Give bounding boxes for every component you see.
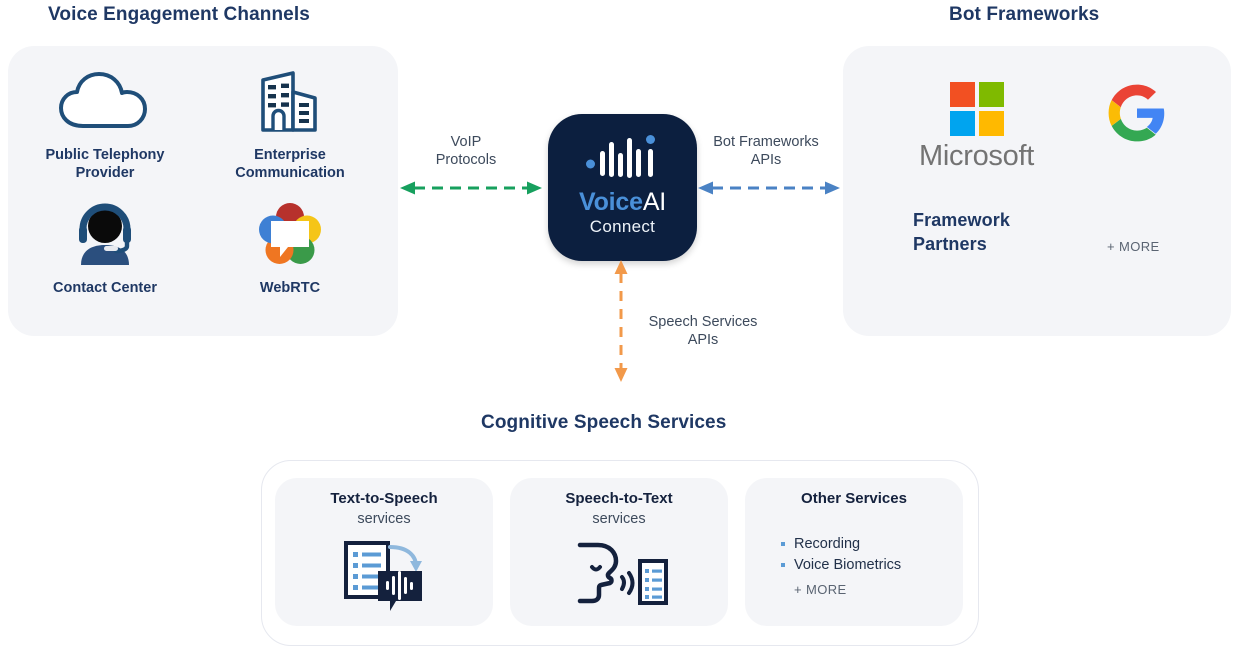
list-item: Recording xyxy=(781,534,901,555)
channel-tile-public-telephony[interactable]: Public Telephony Provider xyxy=(20,62,190,182)
section-title-bot-frameworks: Bot Frameworks xyxy=(949,4,1100,25)
channel-tile-contact-center[interactable]: Contact Center xyxy=(20,195,190,297)
other-services-more-label: + MORE xyxy=(794,582,847,597)
service-title-other-services: Other Services xyxy=(801,490,907,507)
service-card-speech-to-text[interactable]: Speech-to-Text services xyxy=(510,478,728,626)
connector-arrow-bot-frameworks-apis xyxy=(698,181,840,195)
microsoft-wordmark: Microsoft xyxy=(919,140,1034,172)
logo-ai-text: AI xyxy=(642,188,667,216)
diagram-canvas: Voice Engagement Channels Public Telepho… xyxy=(0,0,1239,658)
voice-waveform-icon xyxy=(585,135,655,178)
service-title-speech-to-text: Speech-to-Text xyxy=(565,490,673,507)
service-subtitle-text-to-speech: services xyxy=(357,511,411,527)
headset-agent-icon xyxy=(20,195,190,273)
connector-arrow-speech-services-apis xyxy=(614,260,628,382)
text-to-speech-icon xyxy=(275,536,493,616)
connector-label-bot-frameworks-apis: Bot Frameworks APIs xyxy=(713,134,819,169)
framework-tile-microsoft[interactable]: Microsoft xyxy=(889,82,1064,173)
channel-label-contact-center: Contact Center xyxy=(53,280,157,296)
connector-arrow-voip xyxy=(400,181,542,195)
voiceai-connect-logo-text: VoiceAI Connect xyxy=(548,188,697,236)
section-title-cognitive-speech-services: Cognitive Speech Services xyxy=(481,412,727,433)
office-building-icon xyxy=(205,62,375,140)
section-title-voice-engagement-channels: Voice Engagement Channels xyxy=(48,4,310,25)
logo-voice-text: Voice xyxy=(578,188,643,216)
cloud-icon xyxy=(20,62,190,140)
channel-tile-webrtc[interactable]: WebRTC xyxy=(205,195,375,297)
service-subtitle-speech-to-text: services xyxy=(592,511,646,527)
service-card-other-services[interactable]: Other Services Recording Voice Biometric… xyxy=(745,478,963,626)
channel-tile-enterprise-communication[interactable]: Enterprise Communication xyxy=(205,62,375,182)
channel-label-webrtc: WebRTC xyxy=(259,280,321,296)
voiceai-connect-hub[interactable]: VoiceAI Connect xyxy=(548,114,697,261)
connector-label-voip: VoIP Protocols xyxy=(435,134,497,169)
webrtc-logo-icon xyxy=(205,195,375,273)
speech-to-text-icon xyxy=(510,536,728,616)
service-card-text-to-speech[interactable]: Text-to-Speech services xyxy=(275,478,493,626)
service-title-text-to-speech: Text-to-Speech xyxy=(330,490,438,507)
list-item: Voice Biometrics xyxy=(781,555,901,576)
logo-connect-text: Connect xyxy=(589,217,656,236)
framework-tile-google[interactable] xyxy=(1072,82,1202,144)
framework-partners-label: Framework Partners xyxy=(913,210,1010,255)
frameworks-more-label: + MORE xyxy=(1107,239,1160,254)
google-g-logo-icon xyxy=(1072,82,1202,144)
channel-label-enterprise-communication: Enterprise Communication xyxy=(235,147,345,182)
connector-label-speech-services-apis: Speech Services APIs xyxy=(648,314,758,349)
microsoft-logo-icon xyxy=(889,82,1064,136)
channel-label-public-telephony: Public Telephony Provider xyxy=(45,147,165,182)
other-services-bullet-list: Recording Voice Biometrics xyxy=(781,534,901,575)
